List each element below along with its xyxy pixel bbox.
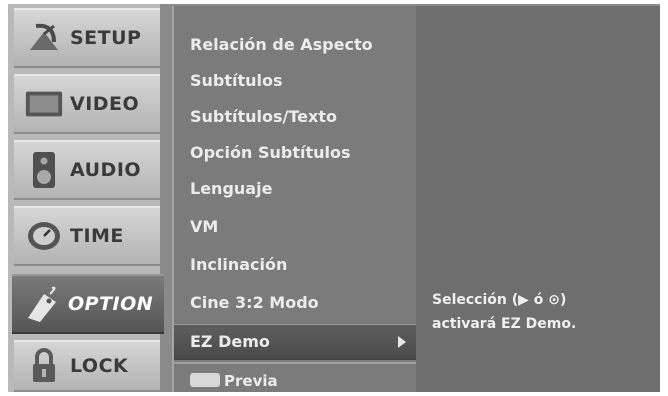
tv-screen-icon xyxy=(24,84,64,124)
padlock-icon xyxy=(24,346,64,386)
tab-label: OPTION xyxy=(68,293,154,315)
tab-label: SETUP xyxy=(70,27,142,49)
tab-label: AUDIO xyxy=(70,159,142,181)
menu-item-cine-3-2-modo[interactable]: Cine 3:2 Modo xyxy=(190,288,319,318)
tab-video[interactable]: VIDEO xyxy=(14,74,160,134)
tab-label: VIDEO xyxy=(70,93,140,115)
sidebar: SETUP VIDEO AUDIO TIME OPTION LOCK xyxy=(8,4,164,392)
tab-time[interactable]: TIME xyxy=(14,206,160,266)
help-text-line-1: Selección (▶ ó ⊙) xyxy=(432,292,567,308)
tab-lock[interactable]: LOCK xyxy=(14,340,160,392)
tab-label: TIME xyxy=(70,225,124,247)
menu-key-icon xyxy=(190,372,220,387)
menu-item-inclinacion[interactable]: Inclinación xyxy=(190,250,287,280)
menu-item-ez-demo[interactable]: EZ Demo xyxy=(174,324,416,360)
preview-button[interactable]: Previa xyxy=(190,366,278,396)
tab-label: LOCK xyxy=(70,355,129,377)
tab-setup[interactable]: SETUP xyxy=(14,8,160,68)
tab-option[interactable]: OPTION xyxy=(12,274,164,334)
option-menu: Relación de Aspecto Subtítulos Subtítulo… xyxy=(172,6,416,392)
menu-divider xyxy=(174,362,416,364)
menu-item-lenguaje[interactable]: Lenguaje xyxy=(190,174,272,204)
menu-item-opcion-subtitulos[interactable]: Opción Subtítulos xyxy=(190,138,351,168)
help-text-line-2: activará EZ Demo. xyxy=(432,316,577,332)
menu-item-subtitulos[interactable]: Subtítulos xyxy=(190,66,283,96)
help-panel: Selección (▶ ó ⊙) activará EZ Demo. xyxy=(416,6,660,392)
menu-item-vm[interactable]: VM xyxy=(190,212,218,242)
speaker-icon xyxy=(24,150,64,190)
menu-item-subtitulos-texto[interactable]: Subtítulos/Texto xyxy=(190,102,337,132)
clock-icon xyxy=(24,216,64,256)
tag-icon xyxy=(22,284,62,324)
arrow-right-icon xyxy=(398,336,406,348)
menu-item-relacion-de-aspecto[interactable]: Relación de Aspecto xyxy=(190,30,373,60)
tab-audio[interactable]: AUDIO xyxy=(14,140,160,200)
preview-label: Previa xyxy=(224,372,278,390)
satellite-dish-icon xyxy=(24,18,64,58)
menu-item-label: EZ Demo xyxy=(190,332,270,351)
